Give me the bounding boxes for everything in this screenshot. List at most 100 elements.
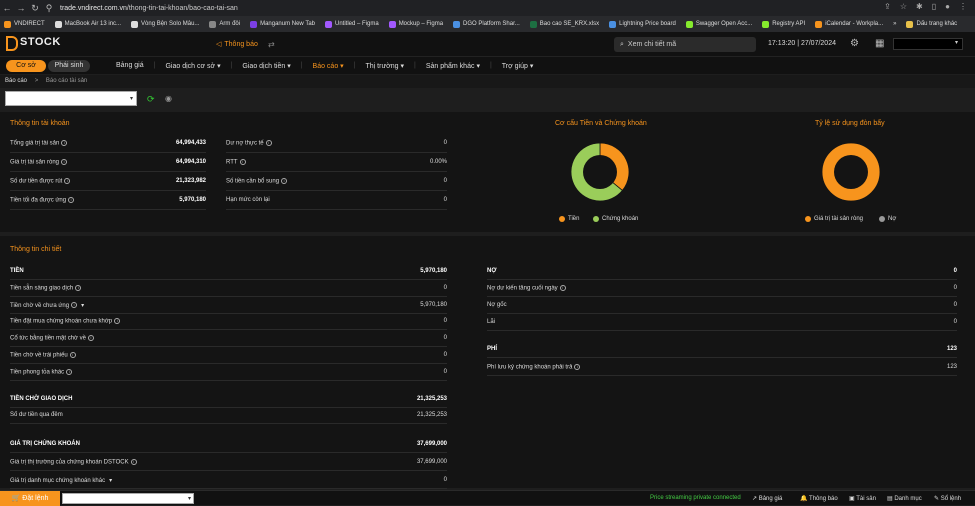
menu-item[interactable]: Sản phẩm khác ▾ (426, 62, 480, 70)
bookmark-item[interactable]: DGO Platform Shar... (453, 20, 520, 28)
menu-item[interactable]: Giao dịch cơ sở ▾ (165, 62, 220, 70)
address-bar[interactable]: trade.vndirect.com.vn/thong-tin-tai-khoa… (60, 5, 238, 12)
info-icon[interactable]: i (88, 335, 94, 342)
info-icon[interactable]: i (559, 285, 566, 291)
place-order-button[interactable]: 🛒 Đặt lệnh (0, 491, 60, 506)
swap-icon[interactable]: ⇄ (268, 40, 275, 49)
section-header: TIỀN (10, 268, 24, 274)
menu-item[interactable]: Báo cáo ▾ (313, 62, 344, 70)
bookmark-item[interactable]: Mockup – Figma (388, 20, 443, 28)
chevron-down-icon[interactable]: ▾ (109, 478, 112, 484)
menu-item[interactable]: Bảng giá (116, 62, 144, 70)
reload-icon[interactable]: ↻ (28, 3, 42, 14)
info-icon[interactable]: i (574, 364, 581, 370)
menu-item[interactable]: Giao dịch tiền ▾ (242, 62, 290, 70)
info-icon[interactable]: i (64, 178, 71, 184)
bookmark-item[interactable]: MacBook Air 13 inc... (54, 20, 121, 28)
tab-coso[interactable]: Cơ sở (6, 60, 46, 72)
star-icon[interactable]: ☆ (900, 2, 907, 11)
bookmark-item[interactable]: Manganum New Tab (250, 20, 315, 28)
legend-swatch (879, 216, 885, 222)
status-button[interactable]: ▣ Tài sản (849, 495, 876, 502)
detail-row-label[interactable]: Tiền chờ về chưa ứng i ▾ (10, 302, 84, 309)
menu-item-label: Sản phẩm khác (425, 63, 475, 70)
row-divider (487, 357, 957, 358)
bookmark-item[interactable]: Lightning Price board (609, 20, 676, 28)
profile-avatar[interactable]: ● (945, 2, 950, 11)
info-icon[interactable]: i (114, 318, 121, 325)
bookmarks-overflow[interactable]: » (893, 21, 896, 27)
label-text: Lãi (487, 319, 496, 325)
info-icon[interactable]: i (130, 459, 137, 465)
info-icon[interactable]: i (69, 352, 76, 358)
info-icon[interactable]: i (66, 368, 73, 375)
info-icon[interactable]: i (265, 140, 272, 146)
bookmark-item[interactable]: Vòng Bện Solo Mâu... (131, 20, 199, 28)
detail-row-value: 21,325,253 (416, 412, 447, 418)
account-info-value: 0.00% (429, 159, 447, 165)
menu-item-label: Thị trường (365, 63, 399, 70)
dstock-logo[interactable]: STOCK (6, 36, 60, 54)
forward-icon[interactable]: → (14, 3, 28, 13)
refresh-icon[interactable]: ⟳ (147, 94, 155, 105)
legend-label: Giá trị tài sản ròng (814, 216, 864, 222)
detail-row-label: Cổ tức bằng tiền mặt chờ về i (10, 335, 94, 342)
bookmark-folder-label: Dấu trang khác (916, 21, 958, 27)
chevron-down-icon[interactable]: ▾ (81, 303, 84, 309)
share-icon[interactable]: ⇪ (884, 2, 891, 11)
detail-row-label: Tiền chờ về trái phiếu i (10, 352, 76, 359)
status-button[interactable]: 🔔 Thông báo (800, 495, 838, 502)
menu-item[interactable]: Thị trường ▾ (366, 62, 404, 70)
section-total: 5,970,180 (420, 268, 447, 274)
info-icon[interactable]: i (68, 197, 75, 203)
back-icon[interactable]: ← (0, 3, 14, 13)
row-divider (10, 329, 447, 331)
url-host: trade.vndirect.com.vn (60, 4, 127, 12)
info-icon[interactable]: i (61, 159, 68, 165)
apps-grid-icon[interactable]: ▦ (875, 38, 884, 49)
gear-icon[interactable]: ⚙ (850, 38, 859, 49)
breadcrumb-report[interactable]: Báo cáo (5, 78, 27, 84)
info-icon[interactable]: i (61, 140, 68, 146)
search-icon: ⌕ (620, 40, 624, 48)
sidepanel-icon[interactable]: ▯ (932, 2, 936, 11)
sub-account-select[interactable]: ▾ (5, 91, 137, 106)
legend-label: Nợ (888, 216, 897, 222)
bookmark-item[interactable]: Arm đôi (209, 20, 240, 28)
bookmark-item[interactable]: iCalendar - Workpla... (815, 20, 883, 28)
menu-divider: | (300, 62, 303, 69)
chevron-down-icon[interactable]: ▾ (955, 39, 958, 46)
account-info-label: Dư nợ thực tế i (226, 140, 272, 147)
info-icon[interactable]: i (281, 178, 288, 184)
menu-item[interactable]: Trợ giúp ▾ (502, 62, 534, 70)
status-button[interactable]: ✎ Sổ lệnh (934, 495, 961, 502)
bookmark-item[interactable]: Bao cao SE_KRX.xlsx (529, 20, 599, 28)
row-divider (10, 452, 447, 453)
extensions-icon[interactable]: ✱ (916, 2, 923, 11)
detail-row-label[interactable]: Giá trị danh mục chứng khoán khác ▾ (10, 477, 112, 484)
info-icon[interactable]: i (75, 284, 82, 291)
notification-button[interactable]: ◁ Thông báo (216, 40, 258, 49)
info-icon[interactable]: i (239, 159, 246, 165)
status-bar: 🛒 Đặt lệnh ▾ Price streaming private con… (0, 490, 975, 506)
legend-net-asset: Giá trị tài sản ròng (805, 216, 863, 222)
order-account-select[interactable]: ▾ (62, 493, 194, 504)
account-info-value: 5,970,180 (179, 197, 206, 203)
tab-phaisinh[interactable]: Phái sinh (48, 60, 90, 72)
bookmark-item[interactable]: Swagger Open Acc... (685, 20, 752, 28)
status-button[interactable]: ↗ Bảng giá (752, 495, 782, 502)
browser-menu-icon[interactable]: ⋮ (959, 2, 967, 11)
account-info-value: 0 (443, 197, 447, 203)
site-info-icon[interactable]: ⚲ (42, 3, 56, 14)
account-info-panel: Thông tin tài khoản Tổng giá trị tài sản… (0, 112, 975, 232)
bookmark-item[interactable]: Registry API (762, 20, 805, 28)
bookmark-item[interactable]: Untitled – Figma (325, 20, 379, 28)
account-dropdown[interactable] (893, 38, 963, 50)
info-icon[interactable]: i (71, 302, 78, 309)
bookmark-item[interactable]: VNDIRECT (4, 20, 45, 28)
bookmark-favicon (54, 20, 62, 28)
status-button[interactable]: ▤ Danh mục (887, 495, 922, 502)
eye-icon[interactable]: ◉ (165, 94, 172, 103)
bookmark-folder[interactable]: Dấu trang khác (906, 20, 958, 28)
symbol-search-input[interactable]: ⌕ Xem chi tiết mã (614, 37, 756, 52)
